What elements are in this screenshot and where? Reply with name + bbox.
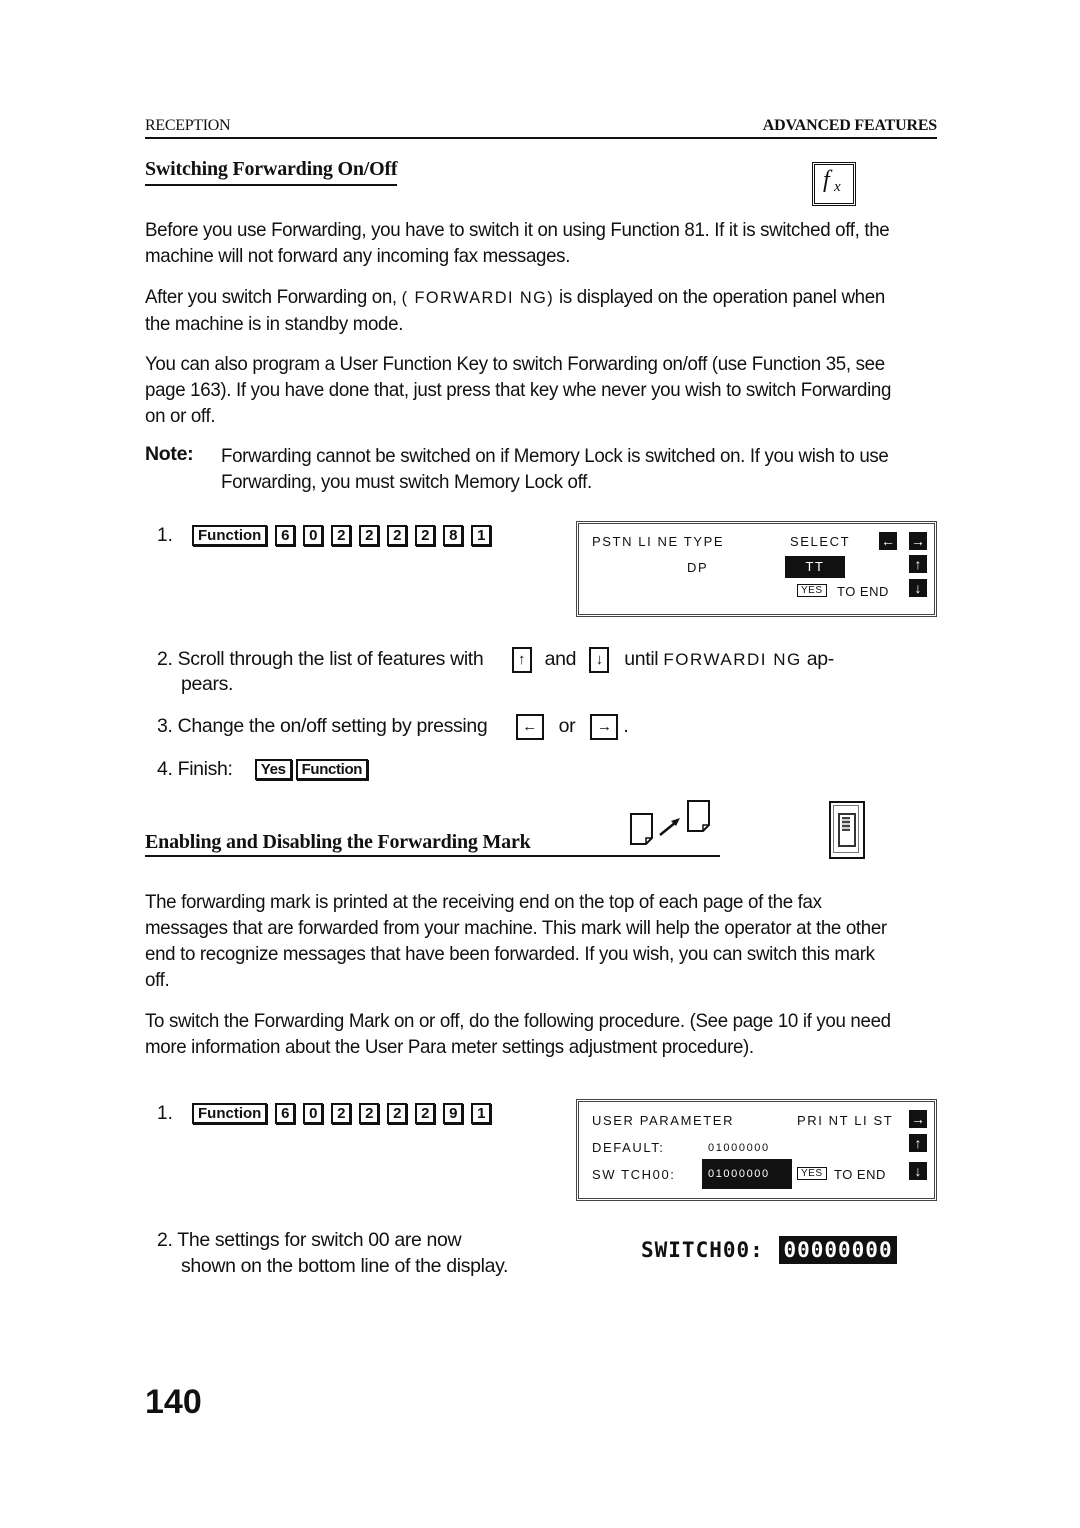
paragraph-standby-display: After you switch Forwarding on, ( FORWAR… xyxy=(145,284,903,337)
key-function[interactable]: Function xyxy=(192,1103,268,1124)
key-digit[interactable]: 2 xyxy=(359,525,380,546)
key-digit[interactable]: 6 xyxy=(275,1103,296,1124)
page-number: 140 xyxy=(145,1383,202,1421)
lcd-default-label: DEFAULT: xyxy=(592,1140,665,1155)
section-title-switching-forwarding: Switching Forwarding On/Off xyxy=(145,158,398,186)
right-arrow-key-icon[interactable]: → xyxy=(590,714,619,740)
key-digit[interactable]: 2 xyxy=(415,1103,436,1124)
header-section-label: RECEPTION xyxy=(145,117,231,134)
lcd-display-pstn-line-type: PSTN LI NE TYPE SELECT ← → DP TT ↑ YES T… xyxy=(576,521,937,617)
step-text: and xyxy=(544,648,577,671)
step-text: shown on the bottom line of the display. xyxy=(181,1255,509,1277)
lcd-text-forwarding: FORWARDI NG xyxy=(663,650,802,670)
key-digit[interactable]: 8 xyxy=(443,525,464,546)
lcd-down-arrow-icon: ↓ xyxy=(909,579,927,597)
step-3-change-setting: 3. Change the on/off setting by pressing… xyxy=(157,714,629,740)
step-text: 2. The settings for switch 00 are now xyxy=(157,1229,462,1251)
lcd-row1-label: USER PARAMETER xyxy=(592,1113,735,1128)
lcd-text-forwarding: ( FORWARDI NG) xyxy=(401,288,555,307)
lcd-display-user-parameter: USER PARAMETER PRI NT LI ST → DEFAULT: 0… xyxy=(576,1099,937,1201)
step-text: . xyxy=(623,715,629,738)
switch-panel-icon xyxy=(829,801,865,859)
key-digit[interactable]: 2 xyxy=(331,525,352,546)
key-sequence-1: Function 6 0 2 2 2 2 8 1 xyxy=(192,525,499,546)
paragraph-procedure: To switch the Forwarding Mark on or off,… xyxy=(145,1010,891,1058)
lcd-row1-label: PSTN LI NE TYPE xyxy=(592,534,725,549)
step-1-number: 1. xyxy=(157,1103,173,1124)
note-label: Note: xyxy=(145,443,194,465)
lcd-right-arrow-icon: → xyxy=(909,1110,927,1128)
function-fx-icon: f x xyxy=(812,162,856,206)
switch00-label: SWITCH00: xyxy=(641,1238,764,1262)
key-digit[interactable]: 0 xyxy=(303,1103,324,1124)
step-text: 3. Change the on/off setting by pressing xyxy=(157,715,488,738)
step-text: ap- xyxy=(806,648,834,671)
step-2-continuation: pears. xyxy=(181,673,234,695)
section-title-forwarding-mark: Enabling and Disabling the Forwarding Ma… xyxy=(145,831,531,853)
key-digit[interactable]: 2 xyxy=(387,525,408,546)
step-text: 2. Scroll through the list of features w… xyxy=(157,648,484,671)
lcd-yes-key: YES xyxy=(797,584,827,597)
header-chapter-label: ADVANCED FEATURES xyxy=(762,117,937,134)
lcd-right-arrow-icon: → xyxy=(909,532,927,550)
up-arrow-key-icon[interactable]: ↑ xyxy=(511,647,532,673)
paragraph-intro: Before you use Forwarding, you have to s… xyxy=(145,219,890,267)
key-sequence-2: Function 6 0 2 2 2 2 9 1 xyxy=(192,1103,499,1124)
step-text: until xyxy=(624,648,659,671)
key-digit[interactable]: 1 xyxy=(471,1103,492,1124)
lcd-option-dp: DP xyxy=(687,560,709,575)
paragraph-text: After you switch Forwarding on, xyxy=(145,286,397,308)
key-digit[interactable]: 0 xyxy=(303,525,324,546)
key-digit[interactable]: 2 xyxy=(359,1103,380,1124)
key-yes[interactable]: Yes xyxy=(254,759,292,781)
key-digit[interactable]: 2 xyxy=(331,1103,352,1124)
step-4-finish: 4. Finish: Yes Function xyxy=(157,758,376,781)
switch00-readout: SWITCH00: 00000000 xyxy=(641,1236,897,1264)
lcd-down-arrow-icon: ↓ xyxy=(909,1162,927,1180)
key-function[interactable]: Function xyxy=(192,525,268,546)
forward-document-icon xyxy=(630,800,710,845)
key-digit[interactable]: 6 xyxy=(275,525,296,546)
lcd-switch00-value: 01000000 xyxy=(702,1159,792,1189)
lcd-option-tt-selected: TT xyxy=(785,556,845,578)
lcd-yes-key: YES xyxy=(797,1167,827,1180)
lcd-default-value: 01000000 xyxy=(708,1142,770,1154)
step-text: 4. Finish: xyxy=(157,758,233,780)
lcd-to-end: TO END xyxy=(834,1167,886,1182)
lcd-row1-select: SELECT xyxy=(790,534,851,549)
key-function[interactable]: Function xyxy=(295,759,369,781)
step-text: or xyxy=(558,715,576,738)
lcd-to-end: TO END xyxy=(837,584,889,599)
lcd-switch00-label: SW TCH00: xyxy=(592,1167,676,1182)
left-arrow-key-icon[interactable]: ← xyxy=(515,714,544,740)
section-title-rule xyxy=(145,855,720,857)
key-digit[interactable]: 2 xyxy=(387,1103,408,1124)
lcd-row1-print-list: PRI NT LI ST xyxy=(797,1113,894,1128)
lcd-left-arrow-icon: ← xyxy=(879,532,897,550)
step-1-number: 1. xyxy=(157,525,173,546)
paragraph-forwarding-mark: The forwarding mark is printed at the re… xyxy=(145,891,887,991)
header-rule xyxy=(145,137,937,139)
key-digit[interactable]: 1 xyxy=(471,525,492,546)
key-digit[interactable]: 9 xyxy=(443,1103,464,1124)
switch00-value: 00000000 xyxy=(779,1236,897,1264)
lcd-up-arrow-icon: ↑ xyxy=(909,555,927,573)
step-2-scroll: 2. Scroll through the list of features w… xyxy=(157,647,834,673)
lcd-up-arrow-icon: ↑ xyxy=(909,1134,927,1152)
note-text: Forwarding cannot be switched on if Memo… xyxy=(221,445,889,493)
down-arrow-key-icon[interactable]: ↓ xyxy=(589,647,610,673)
step-2-settings-shown: 2. The settings for switch 00 are now sh… xyxy=(157,1227,508,1279)
key-digit[interactable]: 2 xyxy=(415,525,436,546)
paragraph-user-function-key: You can also program a User Function Key… xyxy=(145,353,892,427)
